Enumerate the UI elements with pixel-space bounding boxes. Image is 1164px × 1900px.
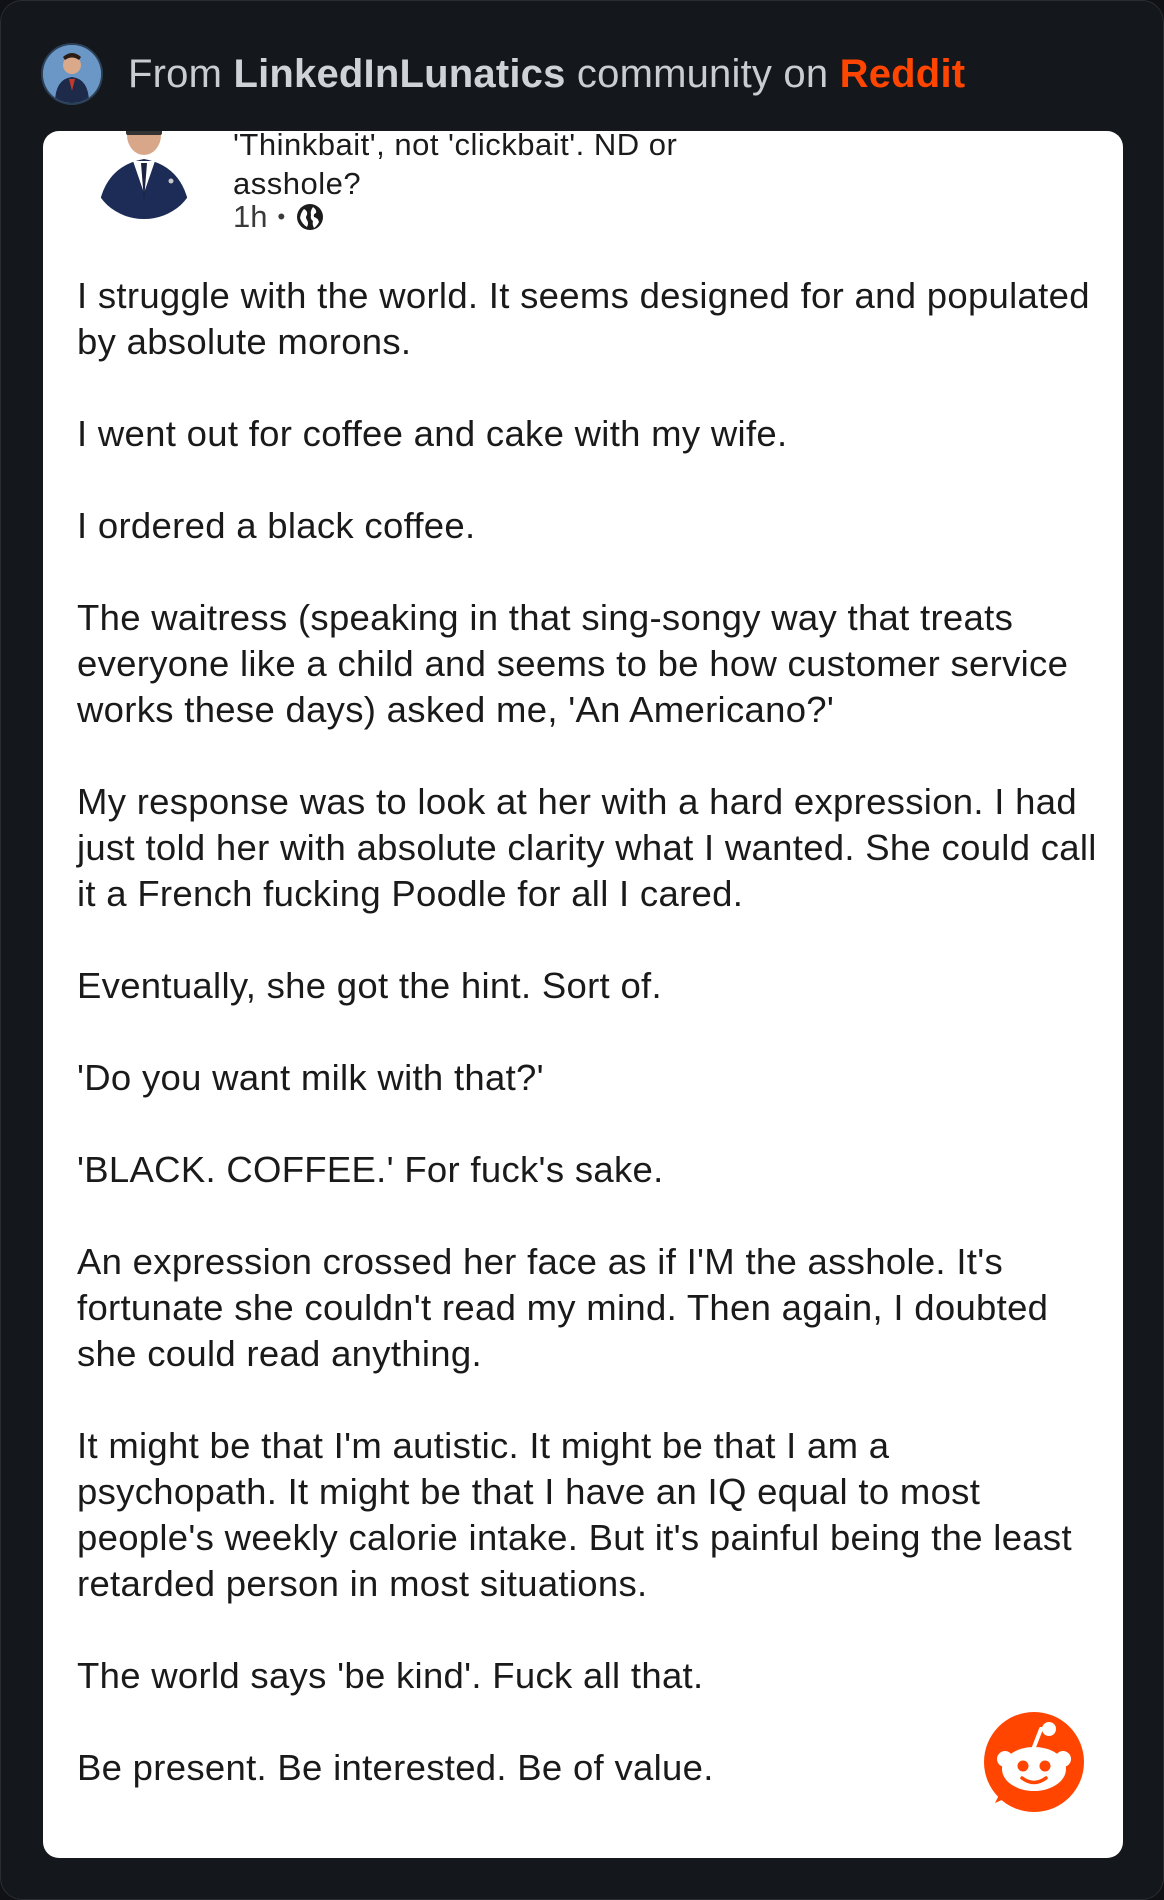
source-prefix: From: [128, 51, 223, 96]
share-frame: From LinkedInLunatics community on Reddi…: [0, 0, 1164, 1900]
meta-separator: •: [277, 204, 286, 229]
post-body: I struggle with the world. It seems desi…: [77, 273, 1097, 1837]
author-photo-icon: [92, 131, 196, 219]
share-header: From LinkedInLunatics community on Reddi…: [41, 41, 965, 107]
post-time: 1h: [233, 199, 268, 234]
post-paragraph: I went out for coffee and cake with my w…: [77, 413, 788, 454]
post-paragraph: The waitress (speaking in that sing-song…: [77, 597, 1069, 730]
reddit-logo-icon[interactable]: [983, 1711, 1085, 1813]
post-paragraph: The world says 'be kind'. Fuck all that.: [77, 1655, 704, 1696]
post-paragraph: I ordered a black coffee.: [77, 505, 476, 546]
author-avatar[interactable]: [87, 131, 202, 221]
post-paragraph: Eventually, she got the hint. Sort of.: [77, 965, 662, 1006]
post-paragraph: An expression crossed her face as if I'M…: [77, 1241, 1049, 1374]
post-paragraph: My response was to look at her with a ha…: [77, 781, 1097, 914]
person-icon: [43, 45, 101, 103]
community-avatar[interactable]: [41, 43, 103, 105]
source-middle: community on: [576, 51, 829, 96]
post-card: 'Thinkbait', not 'clickbait'. ND or assh…: [43, 131, 1123, 1858]
post-paragraph: I struggle with the world. It seems desi…: [77, 275, 1090, 362]
platform-name[interactable]: Reddit: [840, 52, 966, 96]
post-title[interactable]: 'Thinkbait', not 'clickbait'. ND or assh…: [233, 131, 753, 203]
post-paragraph: 'BLACK. COFFEE.' For fuck's sake.: [77, 1149, 664, 1190]
post-paragraph: It might be that I'm autistic. It might …: [77, 1425, 1072, 1604]
post-meta: 1h •: [233, 199, 325, 235]
share-source-text: From LinkedInLunatics community on Reddi…: [128, 52, 965, 97]
globe-icon: [295, 202, 325, 232]
post-paragraph: Be present. Be interested. Be of value.: [77, 1747, 714, 1788]
community-name[interactable]: LinkedInLunatics: [233, 52, 565, 96]
post-paragraph: 'Do you want milk with that?': [77, 1057, 544, 1098]
